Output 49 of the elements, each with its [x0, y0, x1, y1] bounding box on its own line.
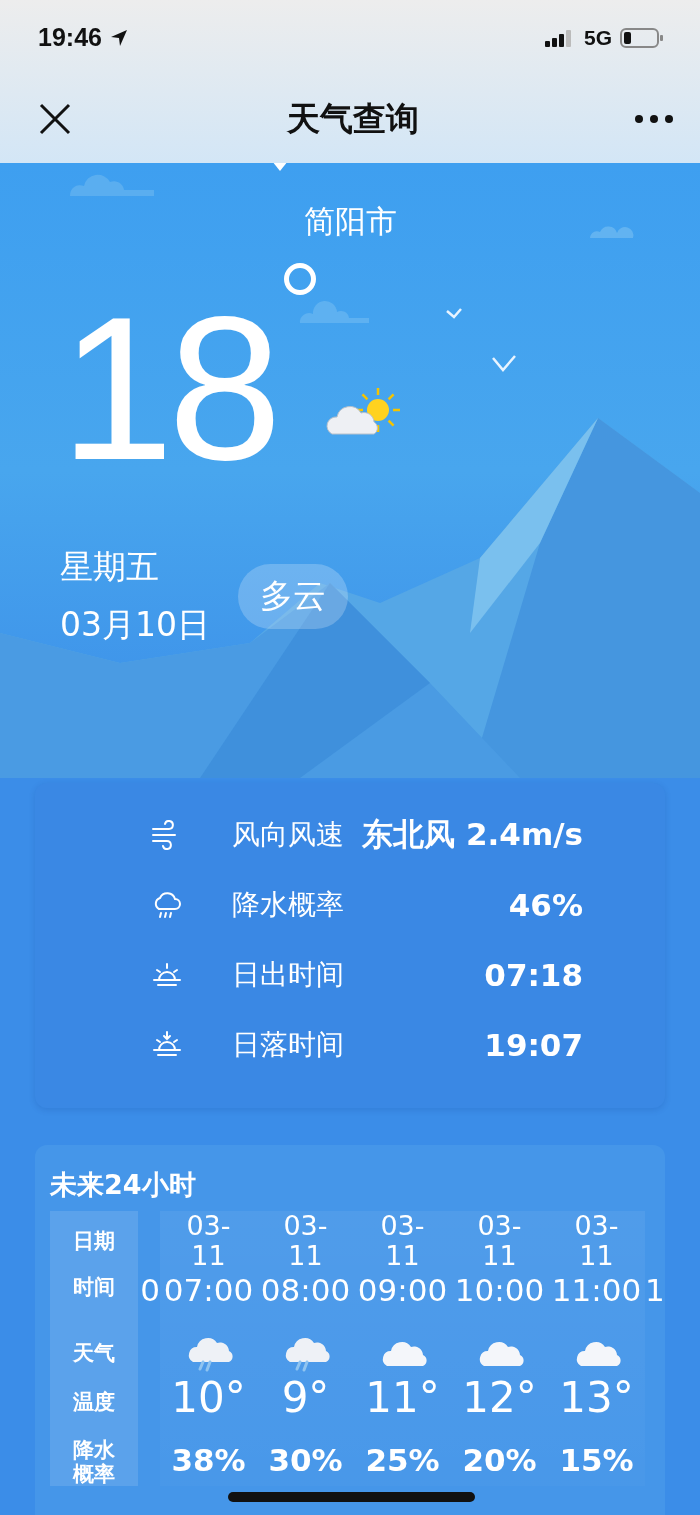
row-label: 时间: [72, 1274, 116, 1301]
hour-temperature: 13°: [559, 1374, 634, 1422]
hour-time: 09:00: [357, 1274, 448, 1306]
row-label: 温度: [72, 1389, 116, 1416]
detail-label: 日落时间: [232, 1027, 344, 1063]
status-time: 19:46: [38, 23, 102, 52]
hour-rain-chance: 20%: [462, 1442, 537, 1478]
detail-value: 19:07: [484, 1027, 583, 1063]
hour-time: 08:00: [260, 1274, 351, 1306]
hour-rain-chance: 15%: [559, 1442, 634, 1478]
detail-value: 07:18: [484, 957, 583, 993]
degree-icon: [284, 263, 317, 295]
hour-temperature: 12°: [462, 1374, 537, 1422]
weekday: 星期五: [60, 546, 160, 588]
hour-date: 03-11: [379, 1211, 426, 1271]
close-icon[interactable]: [38, 102, 72, 136]
hour-date: 03-11: [185, 1211, 232, 1271]
condition-badge: 多云: [238, 563, 348, 629]
row-label: 天气: [72, 1340, 116, 1367]
hour-temperature: 9°: [281, 1374, 330, 1422]
city-name[interactable]: 简阳市: [60, 163, 700, 243]
detail-label: 日出时间: [232, 957, 344, 993]
hour-rain-chance: 30%: [268, 1442, 343, 1478]
hour-temperature: 10°: [171, 1374, 246, 1422]
detail-label: 降水概率: [232, 887, 344, 923]
hour-time: 10:00: [454, 1274, 545, 1306]
date: 03月10日: [60, 604, 210, 646]
detail-value: 46%: [508, 887, 583, 923]
page-title: 天气查询: [287, 97, 419, 140]
network-type: 5G: [584, 25, 612, 50]
hour-rain-chance: 38%: [171, 1442, 246, 1478]
hour-date: 03-11: [476, 1211, 523, 1271]
hour-time: 1: [645, 1274, 665, 1306]
row-label: 降水概率: [71, 1438, 116, 1486]
hour-temperature: 11°: [365, 1374, 440, 1422]
forecast-title: 未来24小时: [50, 1168, 197, 1202]
hour-time: 07:00: [163, 1274, 254, 1306]
hour-date: 03-11: [282, 1211, 329, 1271]
battery-icon: [620, 26, 664, 49]
hour-date: 03-11: [573, 1211, 620, 1271]
temperature: 18: [60, 293, 277, 483]
detail-value: 东北风 2.4m/s: [362, 815, 583, 854]
detail-label: 风向风速: [232, 817, 344, 853]
hour-time: 0: [140, 1274, 160, 1306]
signal-icon: [544, 27, 574, 48]
hour-rain-chance: 25%: [365, 1442, 440, 1478]
hour-time: 11:00: [551, 1274, 642, 1306]
row-label: 日期: [72, 1228, 116, 1255]
more-icon[interactable]: [634, 114, 674, 124]
